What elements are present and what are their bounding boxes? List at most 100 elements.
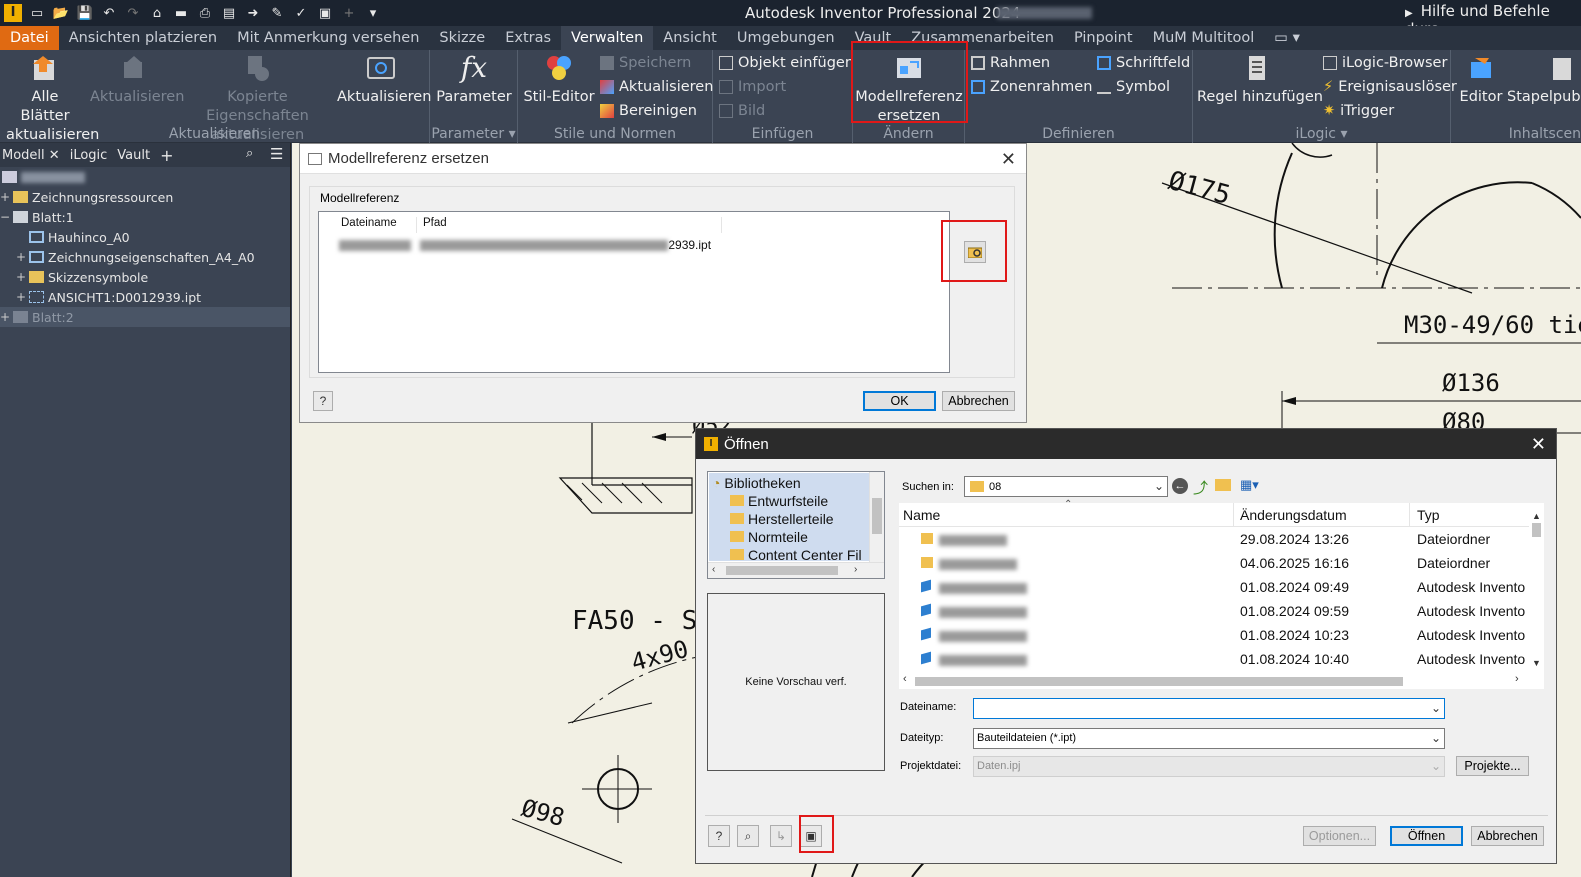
tab-mit-anmerkung-versehen[interactable]: Mit Anmerkung versehen (227, 26, 429, 50)
close-tab-icon[interactable]: ✕ (49, 148, 60, 163)
stapelpublizierung-button[interactable]: Stapelpub (1507, 52, 1581, 107)
measure-icon[interactable]: ✎ (268, 4, 286, 22)
editor-button[interactable]: Editor (1455, 52, 1507, 107)
expand-icon[interactable]: + (0, 310, 10, 324)
suchen-in-combo[interactable]: 08 ⌄ (964, 476, 1168, 497)
help-search[interactable]: ▶Hilfe und Befehle durc (1405, 2, 1581, 38)
tree-item-ansicht1[interactable]: + ANSICHT1:D0012939.ipt (0, 287, 290, 307)
col-divider[interactable] (1233, 503, 1234, 527)
tree-item-hauhinco[interactable]: Hauhinco_A0 (0, 227, 290, 247)
col-name[interactable]: Name (903, 507, 940, 523)
file-list-hscrollbar[interactable]: ‹ › (899, 673, 1529, 689)
libraries-tree[interactable]: ◔ Bibliotheken Entwurfsteile Herstellert… (707, 471, 885, 579)
schriftfeld-button[interactable]: Schriftfeld (1097, 52, 1190, 74)
tree-item-zeichnungseigenschaften[interactable]: + Zeichnungseigenschaften_A4_A0 (0, 247, 290, 267)
tree-item-blatt1[interactable]: − Blatt:1 (0, 207, 290, 227)
appearance-icon[interactable]: ✓ (292, 4, 310, 22)
help-icon[interactable]: ? (708, 825, 730, 847)
browser-tab-vault[interactable]: Vault (117, 148, 150, 163)
view-menu-icon[interactable]: ▦▾ (1240, 477, 1259, 493)
scroll-thumb[interactable] (726, 566, 838, 575)
add-icon[interactable]: + (340, 4, 358, 22)
find-icon[interactable]: ⌕ (737, 825, 759, 847)
stile-aktualisieren-button[interactable]: Aktualisieren (600, 76, 713, 98)
tree-item-skizzensymbole[interactable]: + Skizzensymbole (0, 267, 290, 287)
col-header-dateiname[interactable]: Dateiname (333, 217, 417, 233)
new-file-icon[interactable]: ▭ (28, 4, 46, 22)
file-row[interactable]: 01.08.2024 09:49 Autodesk Invento (899, 575, 1539, 599)
aktualisieren-disabled-button[interactable]: Aktualisieren (90, 52, 184, 107)
tab-verwalten[interactable]: Verwalten (561, 26, 654, 50)
aktualisieren-button[interactable]: Aktualisieren (337, 52, 431, 107)
reference-list[interactable]: Dateiname Pfad 2939.ipt (318, 211, 950, 373)
print-icon[interactable]: ⎙ (196, 4, 214, 22)
tab-datei[interactable]: Datei (0, 26, 59, 50)
parameter-button[interactable]: fx Parameter (434, 52, 514, 107)
save-icon[interactable]: 💾 (76, 4, 94, 22)
symbol-button[interactable]: Symbol (1097, 76, 1170, 98)
up-folder-icon[interactable]: ⤴ (1193, 477, 1208, 498)
libraries-hscrollbar[interactable]: ‹ › (708, 562, 884, 578)
expand-icon[interactable]: + (16, 290, 26, 304)
panel-label-parameter[interactable]: Parameter ▾ (430, 126, 517, 142)
browser-tab-ilogic[interactable]: iLogic (70, 148, 108, 163)
tab-skizze[interactable]: Skizze (429, 26, 495, 50)
tab-ansicht[interactable]: Ansicht (653, 26, 727, 50)
browser-tab-modell[interactable]: Modell ✕ (2, 148, 60, 163)
hamburger-menu-icon[interactable]: ☰ (270, 145, 283, 163)
tree-root[interactable] (0, 167, 290, 187)
col-header-pfad[interactable]: Pfad (417, 217, 722, 233)
projektdatei-select[interactable]: Daten.ipj ⌄ (973, 756, 1445, 777)
scroll-right-icon[interactable]: › (1515, 673, 1519, 685)
properties-icon[interactable]: ▤ (220, 4, 238, 22)
col-aenderungsdatum[interactable]: Änderungsdatum (1240, 507, 1347, 523)
stil-editor-button[interactable]: Stil-Editor (522, 52, 596, 107)
objekt-einfuegen-button[interactable]: Objekt einfügen (719, 52, 854, 74)
scroll-thumb[interactable] (872, 498, 882, 534)
library-herstellerteile[interactable]: Herstellerteile (712, 510, 862, 528)
bereinigen-button[interactable]: Bereinigen (600, 100, 697, 122)
abbrechen-button[interactable]: Abbrechen (1471, 826, 1544, 846)
col-typ[interactable]: Typ (1417, 507, 1440, 523)
file-row[interactable]: 01.08.2024 10:40 Autodesk Invento (899, 647, 1539, 671)
bild-button[interactable]: Bild (719, 100, 765, 122)
customize-chevron-down-icon[interactable]: ▾ (364, 4, 382, 22)
scroll-left-icon[interactable]: ‹ (712, 564, 715, 575)
file-row[interactable]: 01.08.2024 10:23 Autodesk Invento (899, 623, 1539, 647)
expand-icon[interactable]: + (16, 250, 26, 264)
scroll-up-icon[interactable]: ▲ (1532, 511, 1541, 521)
scroll-thumb[interactable] (1532, 523, 1541, 537)
file-list[interactable]: Name ⌃ Änderungsdatum Typ 29.08.2024 13:… (899, 499, 1544, 689)
tab-mum-multitool[interactable]: MuM Multitool (1143, 26, 1265, 50)
library-normteile[interactable]: Normteile (712, 528, 862, 546)
expand-icon[interactable]: + (16, 270, 26, 284)
library-root[interactable]: ◔ Bibliotheken (712, 474, 862, 492)
regel-hinzufuegen-button[interactable]: Regel hinzufügen (1197, 52, 1323, 107)
optionen-button[interactable]: Optionen... (1303, 826, 1376, 846)
close-icon[interactable]: ✕ (1001, 149, 1016, 170)
add-tab-icon[interactable]: + (160, 146, 173, 165)
tab-umgebungen[interactable]: Umgebungen (727, 26, 845, 50)
ilogic-browser-button[interactable]: iLogic-Browser (1323, 52, 1447, 74)
panel-label-ilogic[interactable]: iLogic ▾ (1193, 126, 1450, 142)
back-icon[interactable]: ← (1172, 478, 1188, 494)
tab-pinpoint[interactable]: Pinpoint (1064, 26, 1143, 50)
scroll-down-icon[interactable]: ▼ (1532, 658, 1541, 668)
tab-options-icon[interactable]: ▭ ▾ (1264, 26, 1310, 50)
library-entwurfsteile[interactable]: Entwurfsteile (712, 492, 862, 510)
tab-extras[interactable]: Extras (495, 26, 561, 50)
collapse-icon[interactable]: − (0, 210, 10, 224)
cancel-button[interactable]: Abbrechen (942, 391, 1015, 411)
speichern-button[interactable]: Speichern (600, 52, 691, 74)
scroll-right-icon[interactable]: › (854, 564, 857, 575)
ok-button[interactable]: OK (863, 391, 936, 411)
file-row[interactable]: 04.06.2025 16:16 Dateiordner (899, 551, 1539, 575)
scroll-thumb[interactable] (915, 677, 1403, 686)
close-icon[interactable]: ✕ (1531, 434, 1546, 455)
zonenrahmen-button[interactable]: Zonenrahmen (971, 76, 1092, 98)
options-icon[interactable]: ↳ (770, 825, 792, 847)
new-folder-icon[interactable] (1215, 479, 1231, 491)
undo-icon[interactable]: ↶ (100, 4, 118, 22)
rahmen-button[interactable]: Rahmen (971, 52, 1050, 74)
dateiname-input[interactable]: ⌄ (973, 698, 1445, 719)
